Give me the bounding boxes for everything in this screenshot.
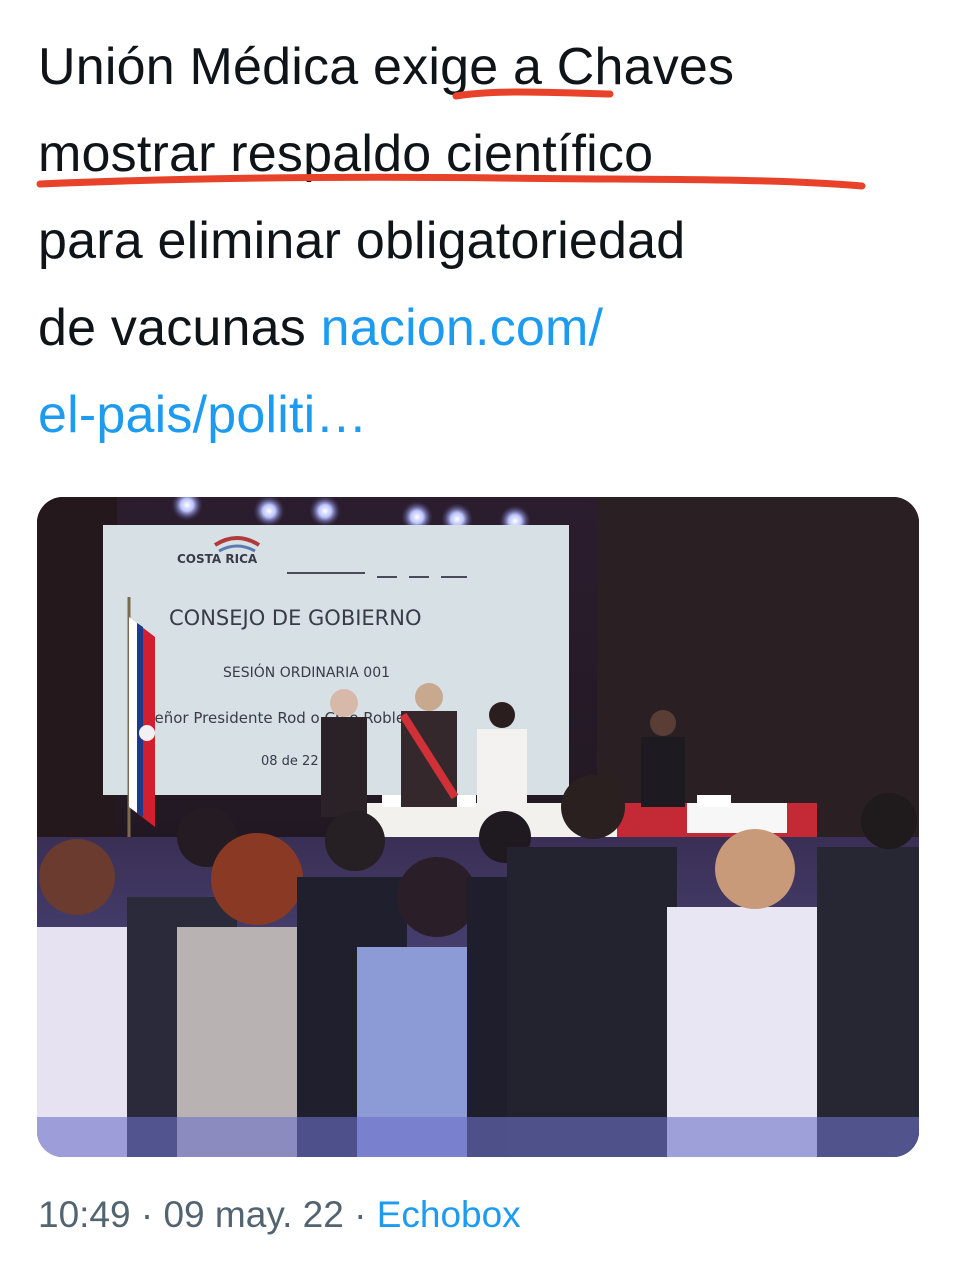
screen-title: CONSEJO DE GOBIERNO [169,606,422,630]
article-link-part-2[interactable]: el-pais/politi… [38,386,368,444]
article-link-part-1[interactable]: nacion.com/ [321,299,604,357]
tweet-text: Unión Médica exige a Chaves mostrar resp… [38,24,918,459]
tweet-line-3: para eliminar obligatoriedad [38,212,686,270]
highlighted-word: exige [373,38,499,96]
screen-date: 08 de 22 [261,754,319,769]
tweet-line-5: el-pais/politi… [38,372,918,459]
tweet-line-1: Unión Médica exige a Chaves [38,38,735,96]
screen-subtitle: SESIÓN ORDINARIA 001 [223,663,390,681]
event-photo-illustration: COSTA RICA CONSEJO DE GOBIERNO SESIÓN OR… [37,497,919,1157]
tweet-meta: 10:49 · 09 may. 22 · Echobox [38,1194,521,1235]
tweet-time[interactable]: 10:49 [38,1194,131,1235]
tweet-line-2: mostrar respaldo científico [38,125,654,183]
tweet-date[interactable]: 09 may. 22 [163,1194,343,1235]
tweet-line-4: de vacunas nacion.com/ [38,299,604,357]
costa-rica-flag [127,597,155,847]
tweet-source[interactable]: Echobox [377,1194,521,1235]
tweet-photo[interactable]: COSTA RICA CONSEJO DE GOBIERNO SESIÓN OR… [37,497,919,1157]
logo-text: COSTA RICA [177,552,258,566]
